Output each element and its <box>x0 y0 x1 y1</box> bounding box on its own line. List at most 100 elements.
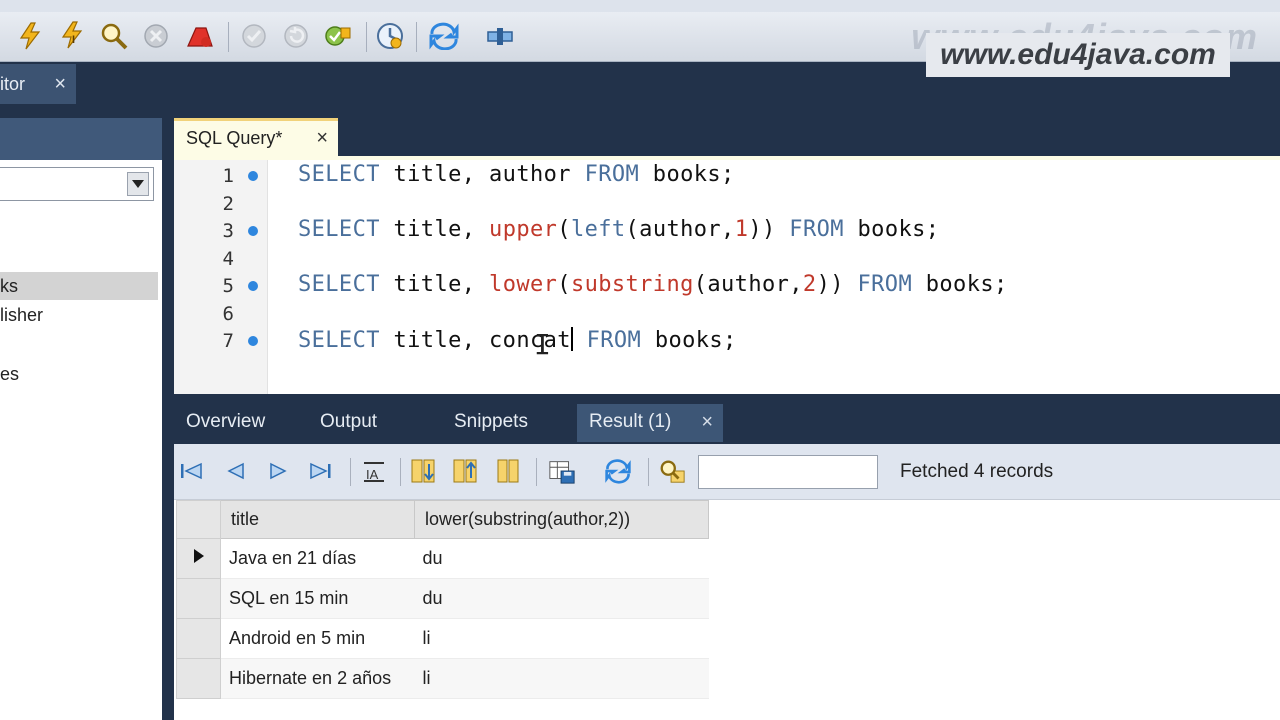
sql-keyword: FROM <box>584 162 640 187</box>
sql-number: 2 <box>802 272 817 297</box>
statement-marker-icon[interactable] <box>248 281 258 291</box>
row-header[interactable] <box>176 618 221 659</box>
toggle-panel-icon[interactable] <box>484 20 516 52</box>
result-search-input[interactable] <box>698 455 878 489</box>
commit-icon[interactable] <box>238 20 270 52</box>
svg-text:IA: IA <box>366 467 379 482</box>
search-icon[interactable] <box>658 457 686 485</box>
refresh-icon[interactable] <box>604 457 632 485</box>
tab-output[interactable]: Output <box>320 404 377 442</box>
table-row[interactable]: Hibernate en 2 años li <box>176 658 709 699</box>
tab-sql-query[interactable]: SQL Query* × <box>174 118 338 158</box>
row-header[interactable] <box>176 658 221 699</box>
line-number: 6 <box>222 303 234 325</box>
beautify-icon[interactable] <box>428 20 460 52</box>
tree-item-publisher[interactable]: lisher <box>0 301 158 329</box>
cell-value[interactable]: du <box>414 538 709 579</box>
text-cursor-icon: I <box>534 328 551 361</box>
cell-title[interactable]: Hibernate en 2 años <box>220 658 415 699</box>
chevron-down-icon[interactable] <box>127 172 149 196</box>
sql-text: books; <box>639 162 735 187</box>
current-row-icon <box>193 549 204 563</box>
prev-row-icon[interactable] <box>222 457 250 485</box>
sort-asc-icon[interactable] <box>410 457 438 485</box>
stop-icon[interactable] <box>140 20 172 52</box>
sql-keyword: SELECT <box>298 328 380 353</box>
tab-sql-editor-label: itor <box>0 74 26 94</box>
sql-editor[interactable]: 1 2 3 4 5 6 7 SELECT title, author FROM … <box>174 160 1280 394</box>
grid-corner[interactable] <box>176 500 221 539</box>
line-gutter: 1 2 3 4 5 6 7 <box>174 160 268 394</box>
export-icon[interactable] <box>548 457 576 485</box>
cell-value[interactable]: li <box>414 618 709 659</box>
code-line-7[interactable]: SELECT title, concat FROM books; <box>298 327 737 353</box>
sql-function: upper <box>489 217 558 242</box>
tab-sql-editor[interactable]: itor × <box>0 64 76 104</box>
execute-icon[interactable] <box>14 20 46 52</box>
toolbar-separator <box>228 22 229 52</box>
toolbar-separator <box>350 458 351 486</box>
line-number: 7 <box>222 330 234 352</box>
result-grid: title lower(substring(author,2)) Java en… <box>176 500 709 699</box>
column-header-title[interactable]: title <box>220 500 415 539</box>
statement-marker-icon[interactable] <box>248 336 258 346</box>
sql-text: (author, <box>625 217 735 242</box>
result-toolbar: IA Fetched 4 records <box>174 444 1280 500</box>
statement-marker-icon[interactable] <box>248 226 258 236</box>
wrap-text-icon[interactable]: IA <box>360 457 388 485</box>
tab-result[interactable]: Result (1) × <box>577 404 723 442</box>
cell-value[interactable]: du <box>414 578 709 619</box>
sql-text: ( <box>557 217 571 242</box>
code-line-1[interactable]: SELECT title, author FROM books; <box>298 162 735 187</box>
tree-item-books[interactable]: ks <box>0 272 158 300</box>
menu-bar <box>0 0 1280 12</box>
sql-text: )) <box>748 217 790 242</box>
toolbar-separator <box>400 458 401 486</box>
watermark: www.edu4java.com <box>926 33 1230 77</box>
cell-title[interactable]: SQL en 15 min <box>220 578 415 619</box>
result-grid-area: title lower(substring(author,2)) Java en… <box>174 500 1280 720</box>
rollback-icon[interactable] <box>280 20 312 52</box>
code-line-5[interactable]: SELECT title, lower(substring(author,2))… <box>298 272 1008 297</box>
stop-on-error-icon[interactable] <box>184 20 216 52</box>
table-row[interactable]: Android en 5 min li <box>176 618 709 659</box>
navigator-header <box>0 118 162 160</box>
line-number: 5 <box>222 275 234 297</box>
navigator-panel: ks lisher es <box>0 118 162 720</box>
next-row-icon[interactable] <box>264 457 292 485</box>
code-line-3[interactable]: SELECT title, upper(left(author,1)) FROM… <box>298 217 939 242</box>
close-tab-icon[interactable]: × <box>54 64 66 104</box>
close-tab-icon[interactable]: × <box>316 121 328 155</box>
sort-desc-icon[interactable] <box>452 457 480 485</box>
statement-marker-icon[interactable] <box>248 171 258 181</box>
tab-sql-query-label: SQL Query* <box>186 128 283 148</box>
toolbar-separator <box>648 458 649 486</box>
sql-text: title, <box>379 217 490 242</box>
row-header[interactable] <box>176 538 221 579</box>
first-row-icon[interactable] <box>178 457 206 485</box>
tab-snippets[interactable]: Snippets <box>454 404 528 442</box>
last-row-icon[interactable] <box>306 457 334 485</box>
line-number: 1 <box>222 165 234 187</box>
table-row[interactable]: SQL en 15 min du <box>176 578 709 619</box>
columns-icon[interactable] <box>494 457 522 485</box>
schema-select[interactable] <box>0 167 154 201</box>
row-header[interactable] <box>176 578 221 619</box>
column-header-value[interactable]: lower(substring(author,2)) <box>414 500 709 539</box>
tab-overview[interactable]: Overview <box>186 404 265 442</box>
autocommit-icon[interactable] <box>322 20 354 52</box>
limit-rows-icon[interactable] <box>374 20 406 52</box>
sql-text: ( <box>557 272 571 297</box>
close-tab-icon[interactable]: × <box>701 404 713 440</box>
execute-current-icon[interactable]: I <box>56 20 88 52</box>
explain-icon[interactable] <box>98 20 130 52</box>
sql-text: books; <box>912 272 1008 297</box>
cell-title[interactable]: Android en 5 min <box>220 618 415 659</box>
table-row[interactable]: Java en 21 días du <box>176 538 709 579</box>
sql-text: books; <box>641 328 737 353</box>
cell-title[interactable]: Java en 21 días <box>220 538 415 579</box>
tree-item-other[interactable]: es <box>0 360 158 388</box>
cell-value[interactable]: li <box>414 658 709 699</box>
fetch-status: Fetched 4 records <box>900 461 1054 482</box>
